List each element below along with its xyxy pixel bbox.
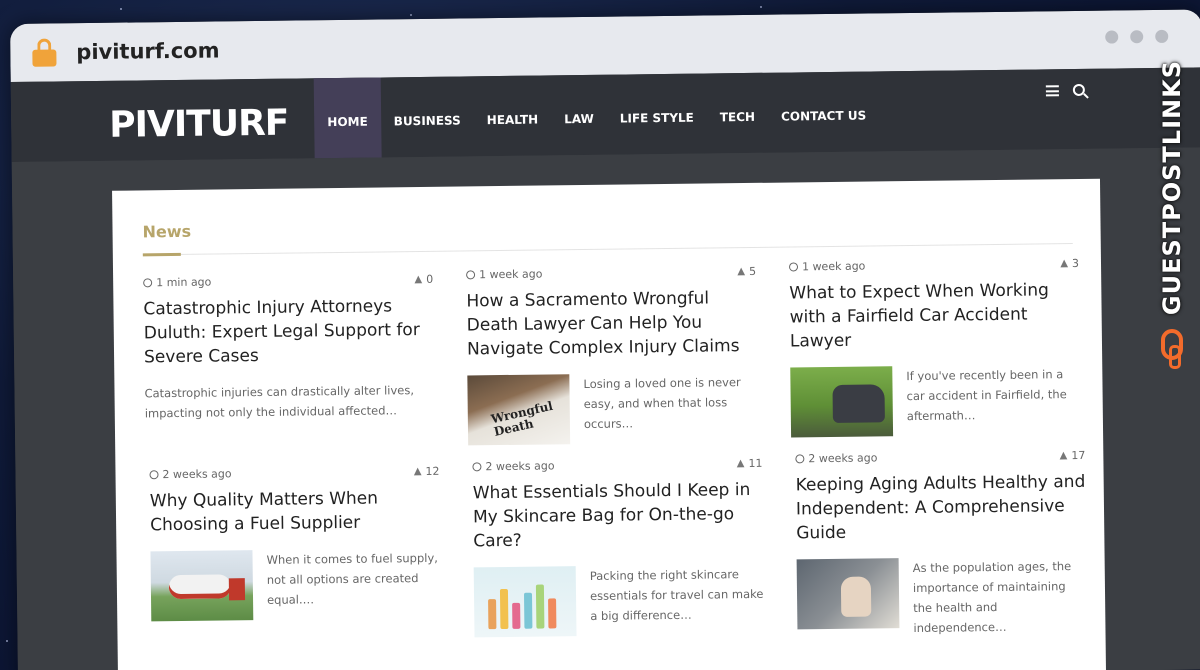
post-title[interactable]: How a Sacramento Wrongful Death Lawyer C…: [466, 286, 757, 362]
clock-icon: [149, 470, 159, 480]
post-views: 0: [426, 272, 434, 286]
post-time: 2 weeks ago: [162, 467, 232, 482]
post-item: 1 min ago ▲ 0 Catastrophic Injury Attorne…: [143, 273, 435, 424]
post-thumbnail[interactable]: [796, 558, 900, 630]
watermark-text: GUESTPOSTLINKS: [1158, 60, 1186, 316]
site-header: PIVITURF HOME BUSINESS HEALTH LAW LIFE S…: [10, 67, 1200, 162]
post-title[interactable]: What to Expect When Working with a Fairf…: [789, 278, 1080, 354]
nav-health[interactable]: HEALTH: [473, 75, 551, 156]
post-meta: 2 weeks ago ▲ 11: [472, 456, 763, 474]
window-dot-icon[interactable]: [1105, 30, 1119, 44]
post-thumbnail[interactable]: [790, 366, 894, 438]
post-excerpt: Packing the right skincare essentials fo…: [589, 567, 764, 623]
post-excerpt: If you've recently been in a car acciden…: [906, 367, 1067, 424]
clock-icon: [795, 454, 805, 464]
post-title[interactable]: What Essentials Should I Keep in My Skin…: [473, 478, 764, 554]
fire-icon: ▲: [737, 266, 746, 278]
fire-icon: ▲: [413, 466, 422, 478]
post-time: 2 weeks ago: [485, 459, 555, 474]
post-thumbnail[interactable]: [150, 550, 254, 622]
post-views: 17: [1071, 448, 1086, 463]
post-views: 5: [748, 264, 757, 278]
header-icons: [1045, 83, 1085, 97]
nav-business[interactable]: BUSINESS: [380, 76, 474, 157]
post-time: 1 week ago: [801, 259, 866, 274]
clock-icon: [143, 278, 153, 288]
star: [120, 8, 122, 10]
section-underline: [142, 252, 181, 257]
post-item: 2 weeks ago ▲ 17 Keeping Aging Adults Hea…: [795, 449, 1087, 640]
post-meta: 1 week ago ▲ 5: [466, 265, 756, 282]
link-icon: [1161, 329, 1183, 369]
post-item: 2 weeks ago ▲ 11 What Essentials Should I…: [472, 457, 764, 638]
fire-icon: ▲: [1059, 450, 1068, 462]
clock-icon: [466, 270, 476, 280]
post-excerpt: When it comes to fuel supply, not all op…: [266, 550, 438, 607]
clock-icon: [788, 262, 799, 272]
post-title[interactable]: Why Quality Matters When Choosing a Fuel…: [150, 486, 441, 538]
nav-law[interactable]: LAW: [551, 75, 608, 156]
watermark: GUESTPOSTLINKS: [1152, 60, 1192, 369]
star: [760, 6, 762, 8]
address-bar-url[interactable]: piviturf.com: [76, 38, 219, 64]
post-thumbnail[interactable]: [473, 566, 577, 638]
star: [6, 640, 8, 642]
lock-icon: [32, 38, 57, 67]
browser-window: piviturf.com PIVITURF HOME BUSINESS HEAL…: [10, 9, 1200, 670]
section-title: News: [142, 221, 192, 242]
post-time: 1 week ago: [479, 267, 543, 282]
fire-icon: ▲: [1060, 258, 1069, 270]
post-item: 2 weeks ago ▲ 12 Why Quality Matters When…: [149, 465, 441, 622]
nav-home[interactable]: HOME: [313, 77, 382, 159]
post-title[interactable]: Keeping Aging Adults Healthy and Indepen…: [796, 470, 1087, 546]
fire-icon: ▲: [414, 273, 423, 286]
fire-icon: ▲: [736, 458, 745, 470]
post-excerpt: As the population ages, the importance o…: [912, 559, 1072, 636]
search-icon[interactable]: [1072, 83, 1085, 97]
post-time: 2 weeks ago: [808, 451, 878, 466]
window-dot-icon[interactable]: [1155, 29, 1169, 44]
window-controls: [1105, 29, 1169, 44]
post-title[interactable]: Catastrophic Injury Attorneys Duluth: Ex…: [143, 294, 434, 370]
site-logo[interactable]: PIVITURF: [109, 79, 289, 161]
post-meta: 2 weeks ago ▲ 12: [149, 464, 440, 482]
thumbnail-text: Wrongful Death: [489, 398, 555, 439]
nav-life-style[interactable]: LIFE STYLE: [606, 73, 707, 154]
main-nav: HOME BUSINESS HEALTH LAW LIFE STYLE TECH…: [313, 71, 880, 159]
post-thumbnail[interactable]: Wrongful Death: [467, 374, 571, 446]
post-meta: 1 min ago ▲ 0: [143, 273, 433, 290]
post-meta: 2 weeks ago ▲ 17: [795, 449, 1085, 466]
section-divider: [142, 243, 1073, 256]
page-content: News 1 min ago ▲ 0 Catastrophic Injury At…: [11, 147, 1200, 670]
post-excerpt: Catastrophic injuries can drastically al…: [144, 383, 415, 421]
nav-tech[interactable]: TECH: [706, 73, 768, 154]
post-views: 12: [425, 464, 440, 478]
post-item: 1 week ago ▲ 3 What to Expect When Workin…: [788, 256, 1081, 438]
clock-icon: [472, 462, 482, 472]
news-card: News 1 min ago ▲ 0 Catastrophic Injury At…: [112, 178, 1107, 670]
nav-contact-us[interactable]: CONTACT US: [768, 71, 880, 152]
menu-icon[interactable]: [1045, 85, 1059, 97]
window-dot-icon[interactable]: [1130, 30, 1144, 44]
post-views: 3: [1071, 256, 1080, 271]
post-views: 11: [748, 456, 763, 471]
post-excerpt: Losing a loved one is never easy, and wh…: [583, 375, 741, 432]
post-item: 1 week ago ▲ 5 How a Sacramento Wrongful …: [466, 265, 758, 446]
post-time: 1 min ago: [156, 275, 212, 290]
star: [410, 14, 412, 16]
post-meta: 1 week ago ▲ 3: [788, 256, 1080, 274]
